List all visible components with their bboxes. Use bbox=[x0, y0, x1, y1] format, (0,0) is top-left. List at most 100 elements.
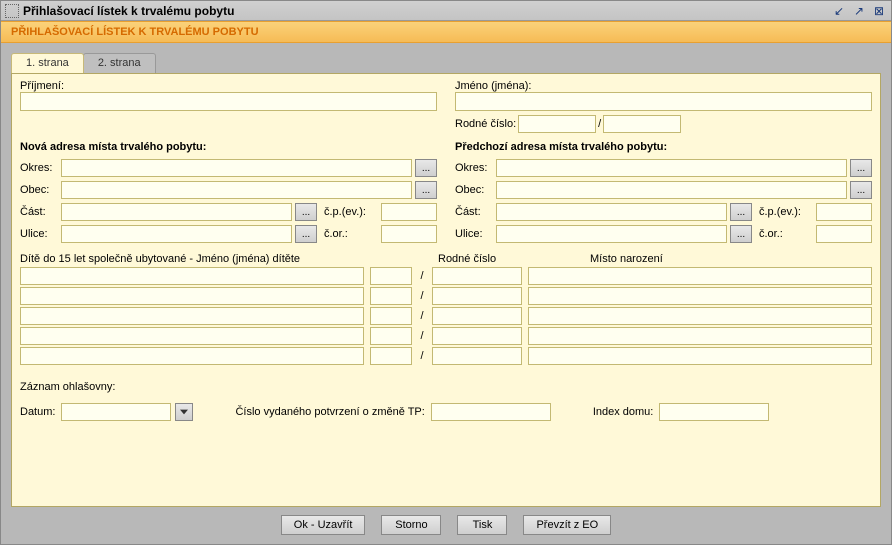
input-index-domu[interactable] bbox=[659, 403, 769, 421]
child-row: / bbox=[20, 347, 872, 365]
input-cor-new[interactable] bbox=[381, 225, 437, 243]
child-row: / bbox=[20, 267, 872, 285]
lookup-okres-new[interactable]: ... bbox=[415, 159, 437, 177]
lookup-ulice-new[interactable]: ... bbox=[295, 225, 317, 243]
input-cislo-potvrzeni[interactable] bbox=[431, 403, 551, 421]
prevzit-button[interactable]: Převzít z EO bbox=[523, 515, 611, 535]
titlebar: Přihlašovací lístek k trvalému pobytu ↙ … bbox=[1, 1, 891, 21]
input-child-birthplace[interactable] bbox=[528, 267, 872, 285]
close-icon[interactable]: ⊠ bbox=[871, 4, 887, 18]
label-prijmeni: Příjmení: bbox=[20, 80, 437, 92]
input-child-rc2[interactable] bbox=[432, 267, 522, 285]
input-child-rc2[interactable] bbox=[432, 307, 522, 325]
label-misto-naroz: Místo narození bbox=[590, 253, 872, 265]
tisk-button[interactable]: Tisk bbox=[457, 515, 507, 535]
tab-page-2[interactable]: 2. strana bbox=[83, 53, 156, 73]
maximize-icon[interactable]: ↗ bbox=[851, 4, 867, 18]
input-child-name[interactable] bbox=[20, 307, 364, 325]
storno-button[interactable]: Storno bbox=[381, 515, 441, 535]
input-obec-new[interactable] bbox=[61, 181, 412, 199]
input-child-birthplace[interactable] bbox=[528, 307, 872, 325]
input-child-rc1[interactable] bbox=[370, 267, 412, 285]
chevron-down-icon bbox=[180, 409, 188, 415]
input-ulice-prev[interactable] bbox=[496, 225, 727, 243]
label-cor: č.or.: bbox=[324, 228, 378, 240]
page-title-band: PŘIHLAŠOVACÍ LÍSTEK K TRVALÉMU POBYTU bbox=[1, 21, 891, 43]
input-okres-prev[interactable] bbox=[496, 159, 847, 177]
input-child-birthplace[interactable] bbox=[528, 287, 872, 305]
slash: / bbox=[418, 270, 426, 282]
tabbar: 1. strana 2. strana bbox=[11, 53, 881, 73]
label-nova-adresa: Nová adresa místa trvalého pobytu: bbox=[20, 141, 437, 153]
nova-adresa-block: Okres: ... Obec: ... Část: ... č.p.(ev.)… bbox=[20, 155, 437, 243]
input-okres-new[interactable] bbox=[61, 159, 412, 177]
label-index-domu: Index domu: bbox=[593, 406, 654, 418]
child-row: / bbox=[20, 287, 872, 305]
input-ulice-new[interactable] bbox=[61, 225, 292, 243]
label-ulice: Ulice: bbox=[20, 228, 58, 240]
input-child-birthplace[interactable] bbox=[528, 347, 872, 365]
input-child-rc2[interactable] bbox=[432, 287, 522, 305]
input-cp-new[interactable] bbox=[381, 203, 437, 221]
label-cast-p: Část: bbox=[455, 206, 493, 218]
lookup-obec-prev[interactable]: ... bbox=[850, 181, 872, 199]
input-cast-new[interactable] bbox=[61, 203, 292, 221]
ok-button[interactable]: Ok - Uzavřít bbox=[281, 515, 366, 535]
label-cor-p: č.or.: bbox=[759, 228, 813, 240]
label-predchozi-adresa: Předchozí adresa místa trvalého pobytu: bbox=[455, 141, 872, 153]
lookup-cast-prev[interactable]: ... bbox=[730, 203, 752, 221]
input-child-rc2[interactable] bbox=[432, 327, 522, 345]
slash: / bbox=[418, 310, 426, 322]
label-zaznam: Záznam ohlašovny: bbox=[20, 381, 872, 393]
input-child-name[interactable] bbox=[20, 267, 364, 285]
input-child-name[interactable] bbox=[20, 287, 364, 305]
slash: / bbox=[418, 350, 426, 362]
input-child-birthplace[interactable] bbox=[528, 327, 872, 345]
app-window: Přihlašovací lístek k trvalému pobytu ↙ … bbox=[0, 0, 892, 545]
label-ulice-p: Ulice: bbox=[455, 228, 493, 240]
input-jmeno[interactable] bbox=[455, 92, 872, 111]
tab-page-1[interactable]: 1. strana bbox=[11, 53, 84, 73]
input-rc2[interactable] bbox=[603, 115, 681, 133]
input-child-name[interactable] bbox=[20, 327, 364, 345]
input-cor-prev[interactable] bbox=[816, 225, 872, 243]
input-obec-prev[interactable] bbox=[496, 181, 847, 199]
input-child-rc1[interactable] bbox=[370, 287, 412, 305]
input-prijmeni[interactable] bbox=[20, 92, 437, 111]
input-cast-prev[interactable] bbox=[496, 203, 727, 221]
label-cp-p: č.p.(ev.): bbox=[759, 206, 813, 218]
label-obec-p: Obec: bbox=[455, 184, 493, 196]
slash: / bbox=[418, 330, 426, 342]
input-cp-prev[interactable] bbox=[816, 203, 872, 221]
input-child-name[interactable] bbox=[20, 347, 364, 365]
form-panel: Příjmení: Jméno (jména): Rodné číslo: / bbox=[11, 73, 881, 507]
app-icon bbox=[5, 4, 19, 18]
label-rc-h: Rodné číslo bbox=[438, 253, 584, 265]
input-child-rc2[interactable] bbox=[432, 347, 522, 365]
ohlasovna-section: Záznam ohlašovny: Datum: Číslo vydaného … bbox=[20, 381, 872, 421]
input-datum[interactable] bbox=[61, 403, 171, 421]
input-child-rc1[interactable] bbox=[370, 307, 412, 325]
main-area: 1. strana 2. strana Příjmení: Jméno (jmé… bbox=[1, 43, 891, 543]
children-header: Dítě do 15 let společně ubytované - Jmén… bbox=[20, 253, 872, 265]
button-bar: Ok - Uzavřít Storno Tisk Převzít z EO bbox=[11, 507, 881, 537]
datum-dropdown[interactable] bbox=[175, 403, 193, 421]
child-row: / bbox=[20, 327, 872, 345]
label-jmeno: Jméno (jména): bbox=[455, 80, 872, 92]
minimize-icon[interactable]: ↙ bbox=[831, 4, 847, 18]
label-okres-p: Okres: bbox=[455, 162, 493, 174]
label-okres: Okres: bbox=[20, 162, 58, 174]
lookup-ulice-prev[interactable]: ... bbox=[730, 225, 752, 243]
label-cast: Část: bbox=[20, 206, 58, 218]
window-title: Přihlašovací lístek k trvalému pobytu bbox=[23, 4, 831, 18]
lookup-obec-new[interactable]: ... bbox=[415, 181, 437, 199]
label-dite: Dítě do 15 let společně ubytované - Jmén… bbox=[20, 253, 432, 265]
lookup-cast-new[interactable]: ... bbox=[295, 203, 317, 221]
label-cislo-potvrzeni: Číslo vydaného potvrzení o změně TP: bbox=[235, 406, 424, 418]
input-rc1[interactable] bbox=[518, 115, 596, 133]
lookup-okres-prev[interactable]: ... bbox=[850, 159, 872, 177]
child-row: / bbox=[20, 307, 872, 325]
slash: / bbox=[598, 118, 601, 130]
input-child-rc1[interactable] bbox=[370, 347, 412, 365]
input-child-rc1[interactable] bbox=[370, 327, 412, 345]
